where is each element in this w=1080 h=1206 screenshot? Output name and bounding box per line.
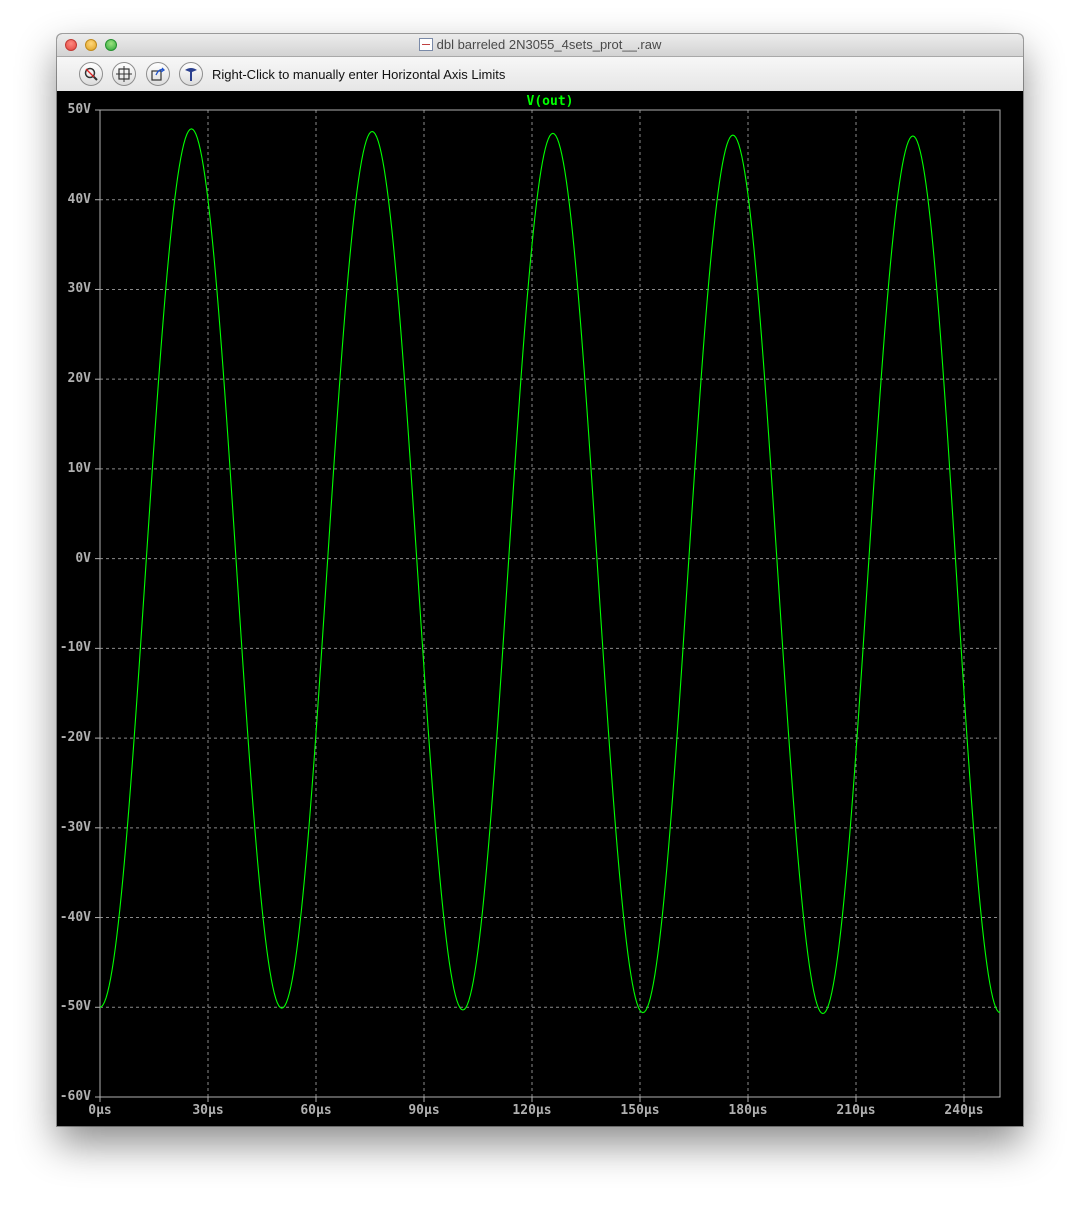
trace-title[interactable]: V(out) xyxy=(57,94,1023,109)
y-tick-label: -20V xyxy=(59,730,91,746)
autorange-icon xyxy=(116,66,132,82)
window-title: dbl barreled 2N3055_4sets_prot__.raw xyxy=(436,37,662,52)
y-tick-label: -30V xyxy=(59,819,91,835)
x-tick-label: 30µs xyxy=(192,1103,224,1118)
y-tick-label: -10V xyxy=(59,640,91,656)
y-tick-label: 20V xyxy=(67,371,91,387)
autorange-button[interactable] xyxy=(112,62,136,86)
waveform-file-icon xyxy=(418,38,433,51)
y-tick-label: -50V xyxy=(59,999,91,1015)
x-tick-label: 0µs xyxy=(88,1103,112,1118)
undo-zoom-icon xyxy=(151,67,166,81)
trace-vout-line[interactable] xyxy=(99,128,1001,1015)
tools-icon xyxy=(185,68,197,81)
y-tick-label: 50V xyxy=(67,102,91,117)
tools-button[interactable] xyxy=(179,62,203,86)
y-tick-label: 40V xyxy=(67,191,91,207)
y-tick-label: 10V xyxy=(67,460,91,476)
x-tick-label: 180µs xyxy=(728,1103,768,1118)
zoom-button[interactable] xyxy=(79,62,103,86)
plot-frame xyxy=(99,109,1001,1098)
title-bar[interactable]: dbl barreled 2N3055_4sets_prot__.raw xyxy=(57,34,1023,57)
plot-toolbar: Right-Click to manually enter Horizontal… xyxy=(57,57,1023,92)
x-tick-label: 60µs xyxy=(300,1103,332,1118)
axis-limits-hint: Right-Click to manually enter Horizontal… xyxy=(212,67,506,82)
undo-zoom-button[interactable] xyxy=(146,62,170,86)
x-tick-label: 150µs xyxy=(620,1103,660,1118)
x-tick-label: 120µs xyxy=(512,1103,552,1118)
x-tick-label: 210µs xyxy=(836,1103,876,1118)
plot-window: dbl barreled 2N3055_4sets_prot__.raw Rig… xyxy=(57,34,1023,1126)
y-tick-label: -40V xyxy=(59,909,91,925)
window-title-group: dbl barreled 2N3055_4sets_prot__.raw xyxy=(57,37,1023,52)
y-tick-label: 0V xyxy=(75,550,91,566)
plot-pane[interactable]: V(out) 50V 40V 30V 20V 10V 0V -10V -20V -30V -40V… xyxy=(57,91,1023,1126)
x-tick-label: 90µs xyxy=(408,1103,440,1118)
y-tick-label: 30V xyxy=(67,281,91,297)
waveform-plot[interactable] xyxy=(57,91,1023,1126)
y-tick-label: -60V xyxy=(59,1089,91,1104)
zoom-icon xyxy=(84,67,98,81)
x-tick-label: 240µs xyxy=(944,1103,984,1118)
